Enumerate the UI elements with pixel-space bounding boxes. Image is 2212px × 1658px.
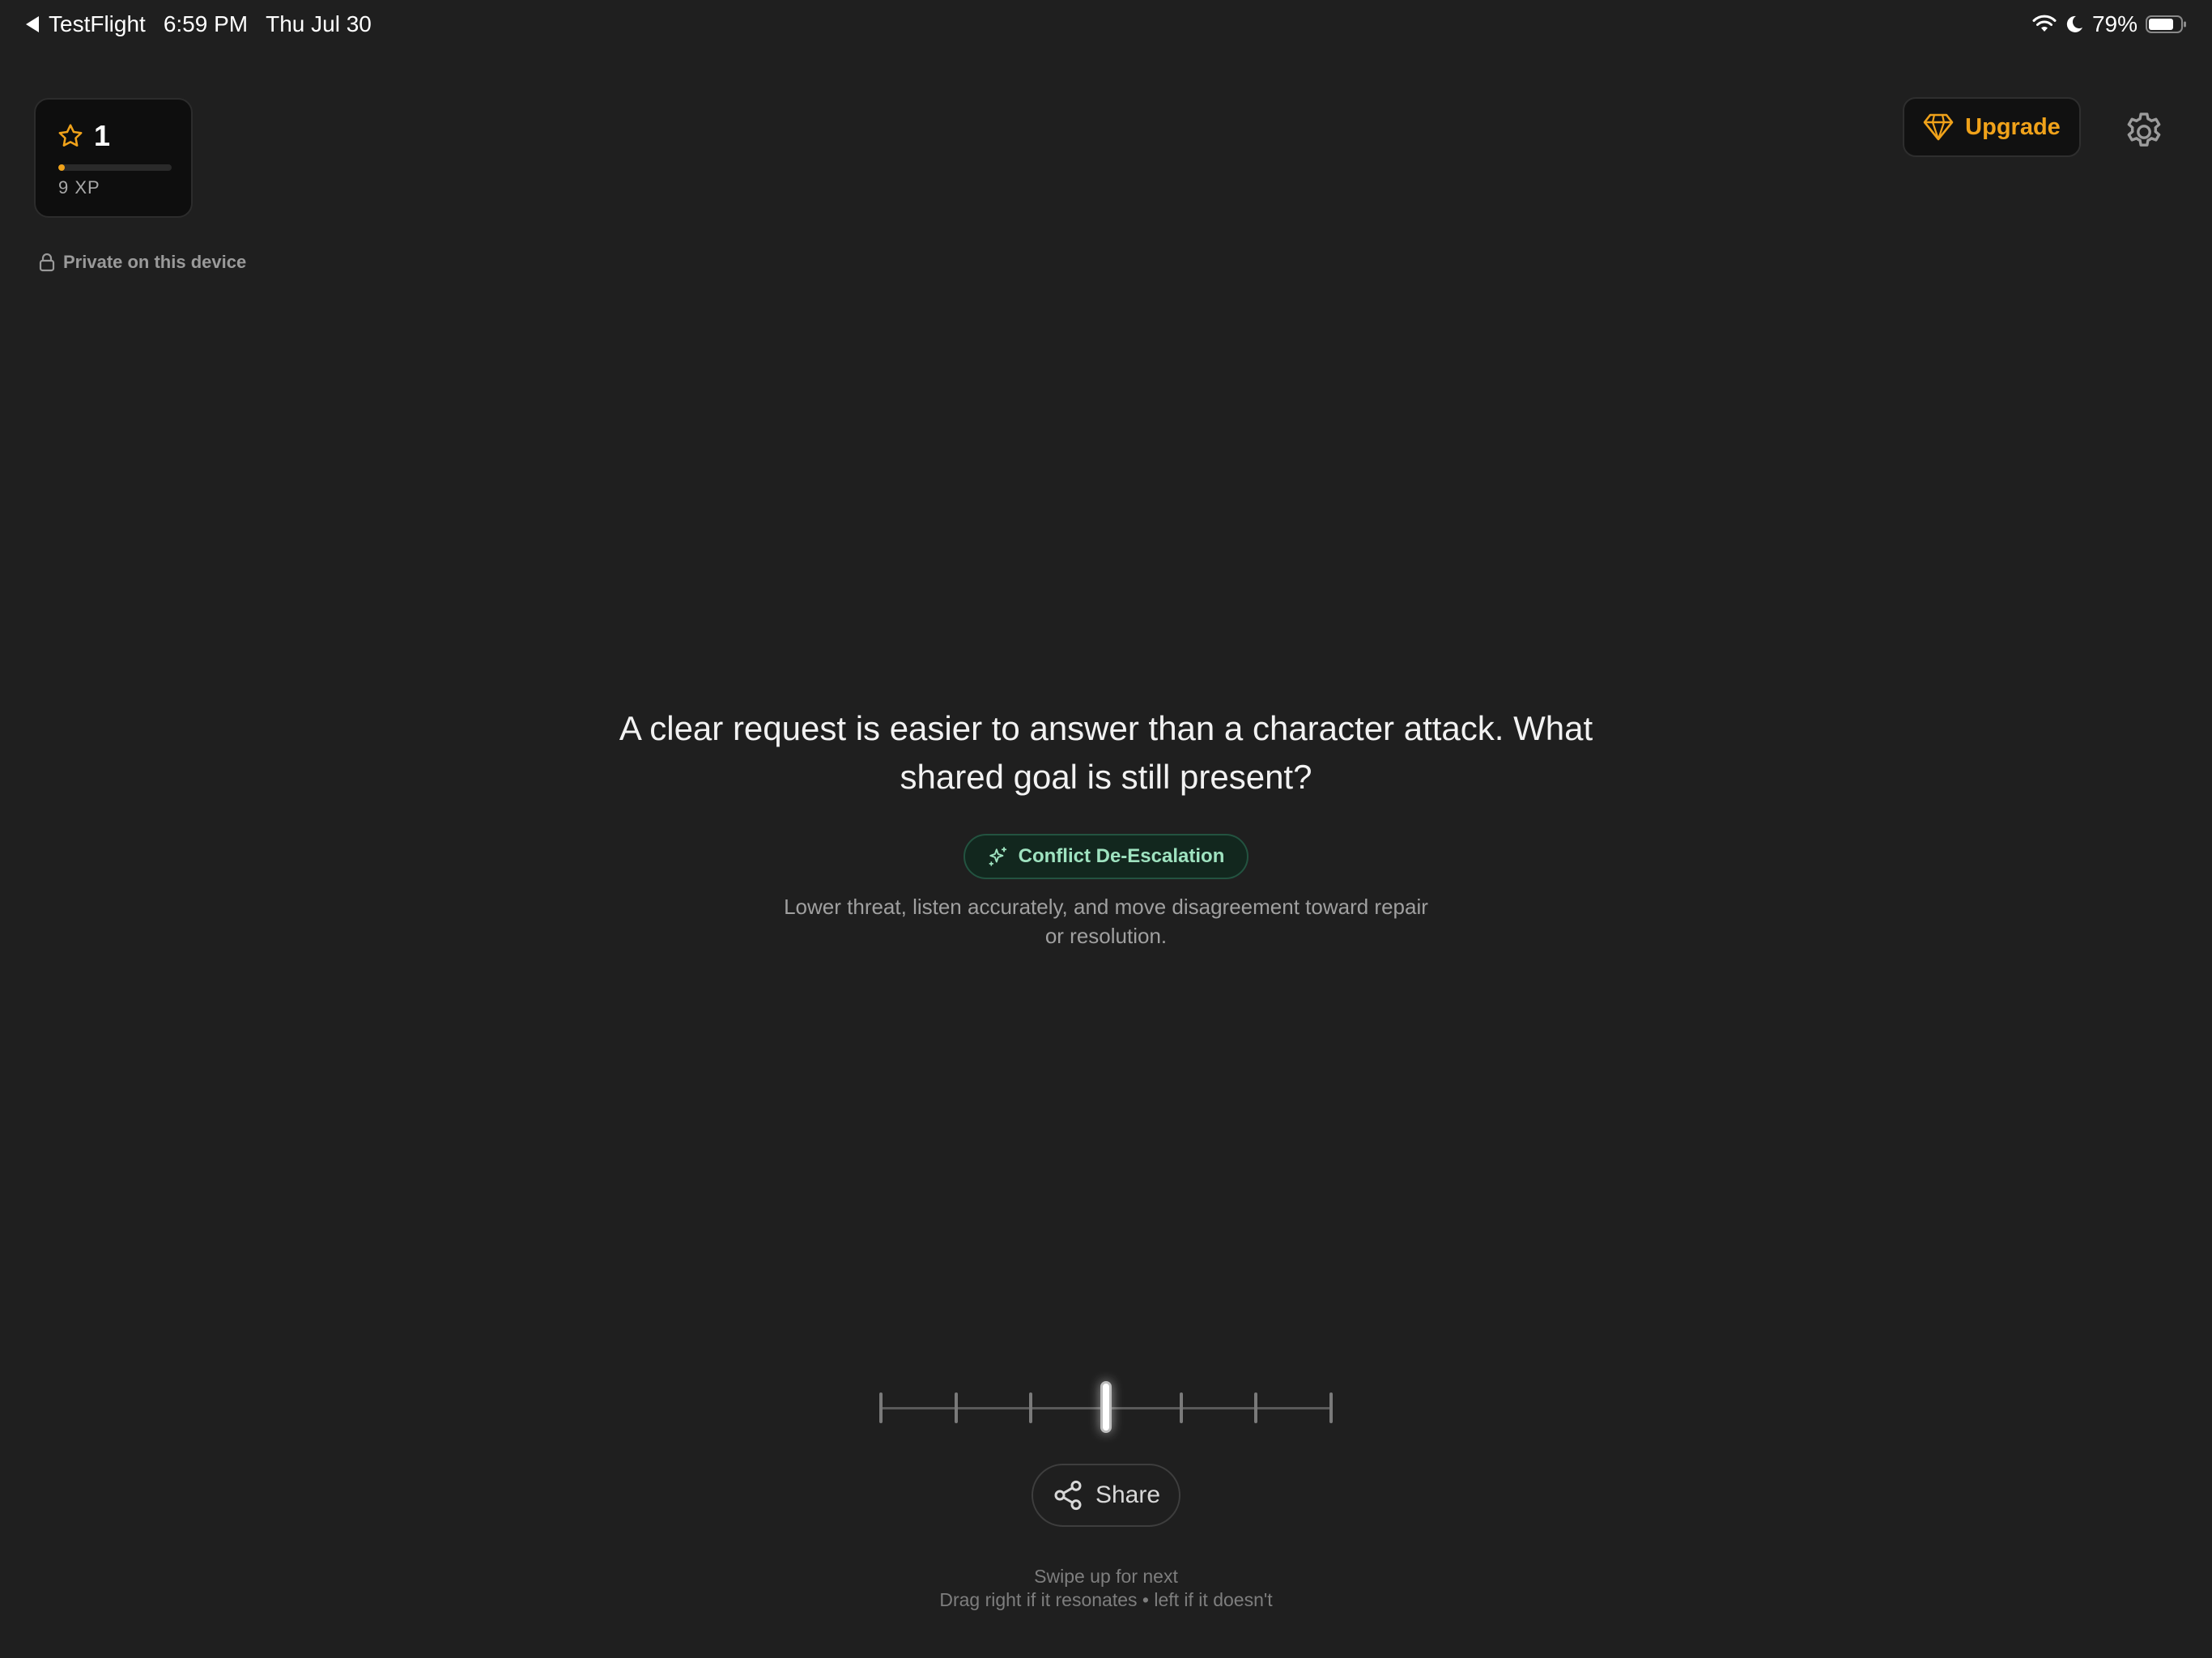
category-label: Conflict De-Escalation [1018, 845, 1225, 867]
upgrade-button[interactable]: Upgrade [1903, 97, 2081, 157]
prompt-text: A clear request is easier to answer than… [619, 709, 1593, 796]
slider-tick[interactable] [1029, 1392, 1033, 1423]
status-left[interactable]: TestFlight 6:59 PM Thu Jul 30 [26, 11, 372, 37]
xp-progress-fill [58, 164, 66, 171]
level-number: 1 [94, 119, 111, 152]
status-time: 6:59 PM [163, 11, 249, 36]
slider-thumb[interactable] [1100, 1381, 1112, 1433]
slider-tick[interactable] [1254, 1392, 1258, 1423]
xp-progress-bar [58, 164, 172, 171]
category-description: Lower threat, listen accurately, and mov… [784, 895, 1428, 948]
back-arrow-icon[interactable] [26, 16, 39, 32]
share-button[interactable]: Share [1032, 1464, 1180, 1527]
battery-icon [2146, 15, 2186, 33]
gear-icon [2127, 113, 2161, 147]
star-icon [58, 124, 83, 147]
battery-percent: 79% [2091, 11, 2138, 36]
settings-button[interactable] [2121, 109, 2167, 155]
status-right: 79% [2032, 11, 2188, 37]
diamond-icon [1923, 113, 1954, 141]
upgrade-label[interactable]: Upgrade [1965, 114, 2061, 141]
status-bar: TestFlight 6:59 PM Thu Jul 30 79% [0, 0, 2212, 52]
lock-icon [39, 253, 55, 272]
slider-tick[interactable] [879, 1392, 883, 1423]
xp-label: 9 XP [58, 177, 100, 198]
slider-tick[interactable] [1179, 1392, 1183, 1423]
swipe-hint: Swipe up for next [1034, 1566, 1178, 1587]
back-to-app-label[interactable]: TestFlight [49, 11, 146, 37]
privacy-note: Private on this device [39, 252, 246, 273]
rating-slider[interactable] [874, 1376, 1338, 1441]
drag-hint: Drag right if it resonates • left if it … [939, 1589, 1273, 1610]
status-date: Thu Jul 30 [266, 11, 372, 36]
share-icon [1054, 1480, 1082, 1511]
share-label[interactable]: Share [1095, 1482, 1160, 1509]
slider-tick[interactable] [954, 1392, 958, 1423]
privacy-label: Private on this device [63, 252, 247, 272]
wifi-icon [2032, 15, 2057, 32]
sparkle-icon [989, 847, 1006, 866]
slider-tick[interactable] [1329, 1392, 1333, 1423]
moon-icon [2066, 15, 2082, 32]
app-screen: TestFlight 6:59 PM Thu Jul 30 79% 1 9 XP… [0, 0, 2212, 1658]
level-card[interactable]: 1 9 XP [34, 98, 193, 218]
category-chip: Conflict De-Escalation [963, 834, 1249, 879]
